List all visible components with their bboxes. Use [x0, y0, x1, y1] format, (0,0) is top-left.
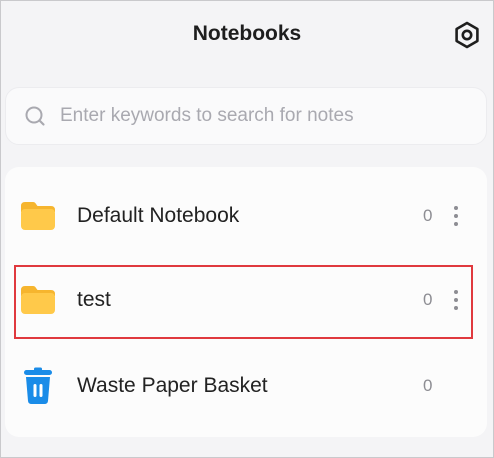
settings-button[interactable]: [450, 18, 484, 52]
note-count: 0: [423, 290, 433, 309]
notebook-row-default[interactable]: Default Notebook 0: [5, 173, 487, 259]
more-options-icon[interactable]: [447, 285, 465, 315]
header: Notebooks: [0, 0, 494, 74]
search-input[interactable]: [60, 105, 460, 127]
notebook-label: test: [77, 288, 111, 311]
search-icon: [24, 105, 46, 127]
notebook-list: Default Notebook 0 test 0 Waste Paper Ba…: [5, 167, 487, 437]
folder-icon: [18, 196, 58, 236]
search-bar[interactable]: [5, 87, 487, 145]
notebook-label: Default Notebook: [77, 204, 240, 227]
trash-icon: [18, 366, 58, 406]
note-count: 0: [423, 376, 433, 395]
notebook-label: Waste Paper Basket: [77, 374, 268, 397]
folder-icon: [18, 280, 58, 320]
hexagon-settings-icon: [455, 21, 479, 49]
note-count: 0: [423, 206, 433, 225]
notebook-row-test[interactable]: test 0: [5, 257, 487, 343]
more-options-icon[interactable]: [447, 201, 465, 231]
page-title: Notebooks: [192, 22, 302, 45]
notebook-row-waste-basket[interactable]: Waste Paper Basket 0: [5, 343, 487, 429]
